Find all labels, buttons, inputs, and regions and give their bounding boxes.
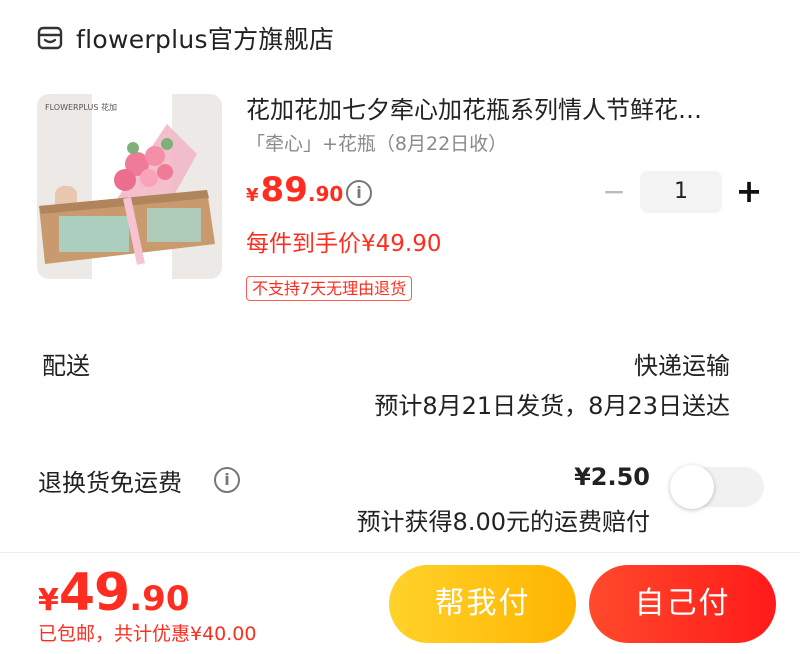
product-title[interactable]: 花加花加七夕牵心加花瓶系列情人节鲜花…: [246, 90, 776, 125]
return-policy-badge: 不支持7天无理由退货: [246, 276, 413, 301]
quantity-input[interactable]: 1: [640, 171, 722, 213]
product-price: ¥ 89 .90: [246, 170, 343, 216]
product-image-brand-text: FLOWERPLUS 花加: [45, 103, 117, 112]
delivery-eta: 预计8月21日发货，8月23日送达: [374, 392, 730, 420]
delivery-label: 配送: [42, 352, 90, 380]
refund-shipping-label: 退换货免运费: [38, 469, 182, 497]
refund-shipping-price: ¥2.50: [574, 463, 650, 491]
price-decimal: .90: [307, 182, 344, 206]
quantity-decrease-button[interactable]: −: [600, 178, 628, 206]
total-integer: 49: [58, 563, 130, 623]
total-decimal: .90: [129, 579, 190, 619]
product-spec[interactable]: 「牵心」+花瓶（8月22日收）: [246, 129, 507, 156]
info-icon[interactable]: i: [346, 180, 372, 206]
price-symbol: ¥: [246, 185, 259, 206]
help-pay-button[interactable]: 帮我付: [389, 565, 576, 643]
total-symbol: ¥: [38, 583, 59, 618]
refund-shipping-toggle[interactable]: [670, 465, 764, 509]
unit-price-text: 每件到手价¥49.90: [246, 231, 442, 257]
toggle-knob: [670, 465, 714, 509]
delivery-method[interactable]: 快递运输: [634, 346, 730, 381]
refund-shipping-note: 预计获得8.00元的运费赔付: [356, 508, 650, 536]
product-image[interactable]: FLOWERPLUS 花加: [37, 94, 222, 279]
shop-header[interactable]: flowerplus官方旗舰店: [36, 18, 334, 58]
checkout-bar: ¥ 49 .90 已包邮，共计优惠¥40.00 帮我付 自己付: [0, 552, 800, 654]
total-discount-note: 已包邮，共计优惠¥40.00: [38, 623, 257, 645]
store-icon: [37, 26, 63, 50]
self-pay-button[interactable]: 自己付: [589, 565, 776, 643]
info-icon[interactable]: i: [214, 467, 240, 493]
total-price: ¥ 49 .90: [38, 563, 189, 623]
shop-name: flowerplus官方旗舰店: [76, 25, 335, 54]
price-integer: 89: [260, 170, 308, 210]
quantity-increase-button[interactable]: +: [734, 174, 764, 208]
